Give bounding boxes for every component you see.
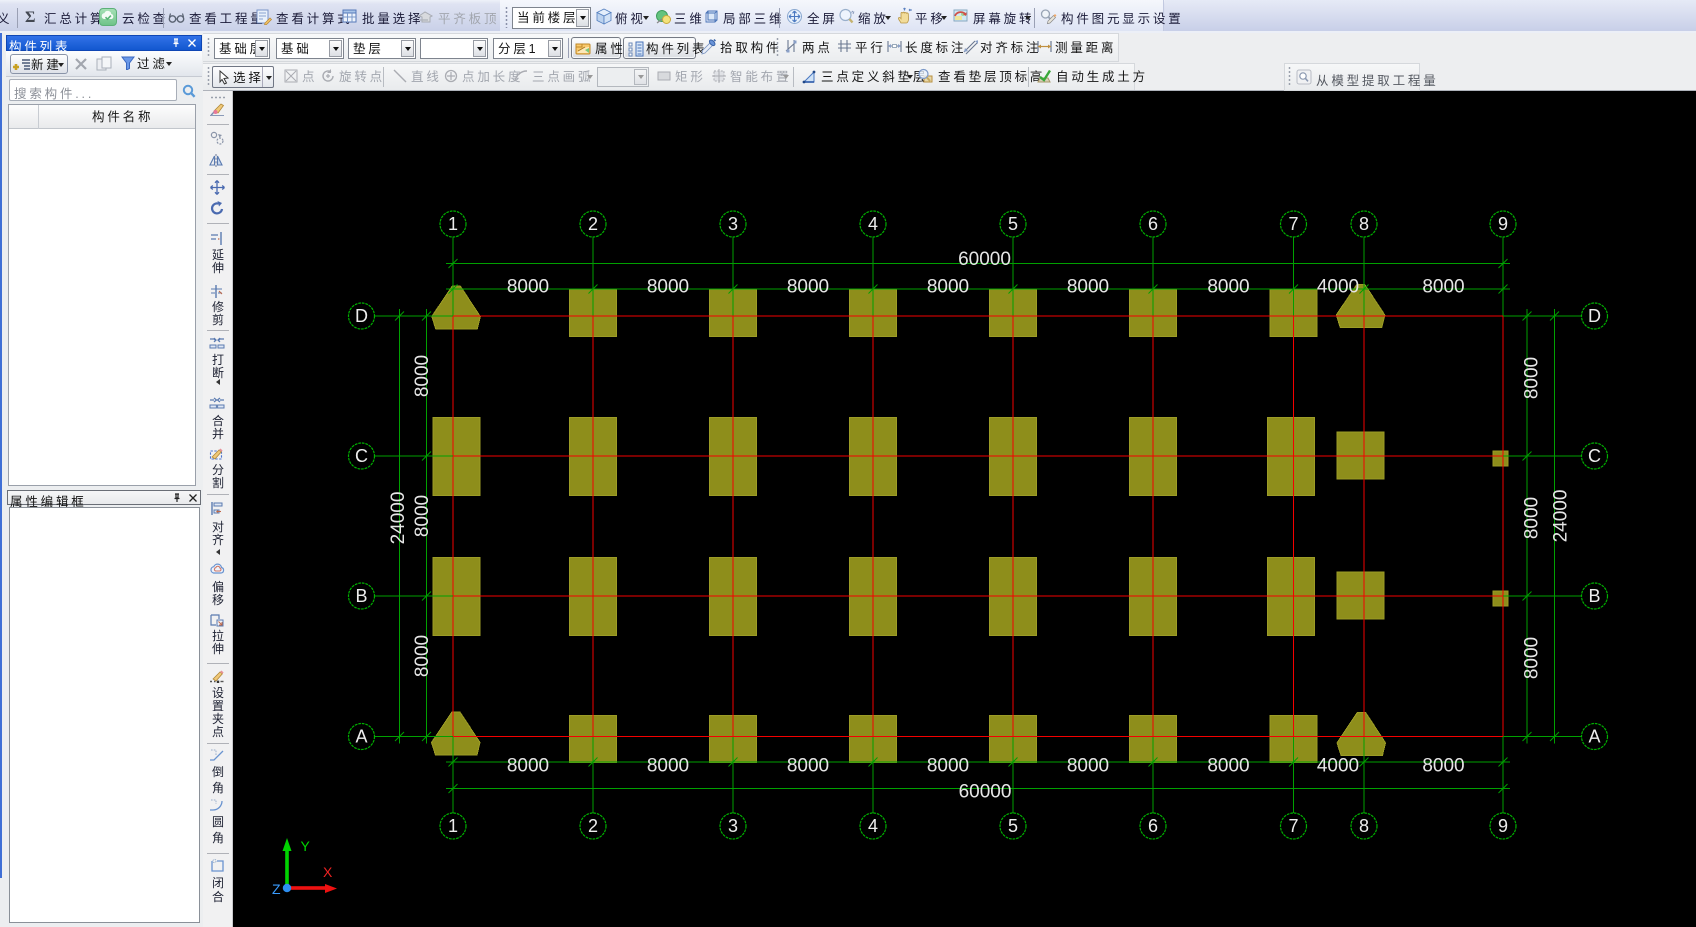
svg-text:B: B xyxy=(1588,586,1600,606)
svg-text:C: C xyxy=(355,446,368,466)
svg-text:8000: 8000 xyxy=(1522,357,1543,399)
svg-text:8000: 8000 xyxy=(1522,637,1543,679)
svg-text:60000: 60000 xyxy=(959,782,1012,803)
svg-text:9: 9 xyxy=(1498,816,1508,836)
svg-text:8000: 8000 xyxy=(1422,756,1464,777)
svg-text:60000: 60000 xyxy=(958,249,1011,270)
svg-text:8000: 8000 xyxy=(787,277,829,298)
svg-text:8: 8 xyxy=(1359,214,1369,234)
svg-text:8000: 8000 xyxy=(1207,277,1249,298)
svg-text:8000: 8000 xyxy=(927,756,969,777)
svg-text:8000: 8000 xyxy=(1422,277,1464,298)
svg-text:D: D xyxy=(355,306,368,326)
svg-text:8000: 8000 xyxy=(1207,756,1249,777)
svg-text:A: A xyxy=(1588,727,1600,747)
svg-text:8000: 8000 xyxy=(1067,756,1109,777)
svg-text:D: D xyxy=(1588,306,1601,326)
svg-text:2: 2 xyxy=(588,214,598,234)
svg-text:8000: 8000 xyxy=(647,756,689,777)
svg-text:8000: 8000 xyxy=(412,635,433,677)
svg-text:9: 9 xyxy=(1498,214,1508,234)
svg-text:24000: 24000 xyxy=(388,492,409,545)
svg-text:C: C xyxy=(1588,446,1601,466)
svg-text:7: 7 xyxy=(1288,816,1298,836)
svg-text:3: 3 xyxy=(728,214,738,234)
svg-text:Z: Z xyxy=(272,881,281,897)
svg-text:4000: 4000 xyxy=(1317,756,1359,777)
svg-text:8000: 8000 xyxy=(412,495,433,537)
svg-text:8000: 8000 xyxy=(507,756,549,777)
svg-text:X: X xyxy=(323,864,333,880)
svg-text:2: 2 xyxy=(588,816,598,836)
svg-text:3: 3 xyxy=(728,816,738,836)
svg-text:8000: 8000 xyxy=(412,355,433,397)
svg-text:6: 6 xyxy=(1148,816,1158,836)
svg-text:5: 5 xyxy=(1008,214,1018,234)
svg-text:8: 8 xyxy=(1359,816,1369,836)
svg-text:Y: Y xyxy=(301,838,311,854)
svg-text:4: 4 xyxy=(868,816,878,836)
svg-text:8000: 8000 xyxy=(647,277,689,298)
svg-text:B: B xyxy=(355,586,367,606)
svg-text:6: 6 xyxy=(1148,214,1158,234)
svg-text:24000: 24000 xyxy=(1551,490,1572,543)
svg-text:8000: 8000 xyxy=(507,277,549,298)
svg-text:8000: 8000 xyxy=(1522,497,1543,539)
svg-text:A: A xyxy=(355,727,367,747)
svg-text:4: 4 xyxy=(868,214,878,234)
svg-text:7: 7 xyxy=(1288,214,1298,234)
svg-text:4000: 4000 xyxy=(1317,277,1359,298)
svg-text:8000: 8000 xyxy=(787,756,829,777)
svg-text:1: 1 xyxy=(448,816,458,836)
svg-text:8000: 8000 xyxy=(1067,277,1109,298)
svg-text:1: 1 xyxy=(448,214,458,234)
svg-text:8000: 8000 xyxy=(927,277,969,298)
svg-text:5: 5 xyxy=(1008,816,1018,836)
